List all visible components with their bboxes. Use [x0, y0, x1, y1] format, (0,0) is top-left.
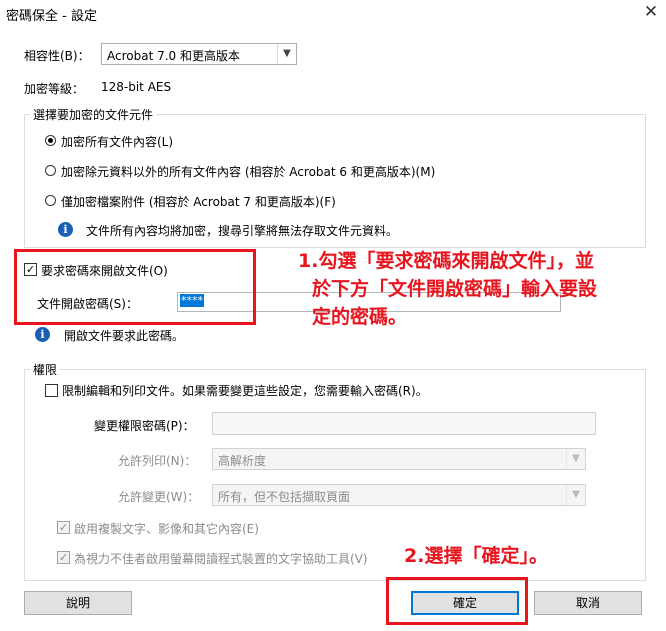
option-encrypt-all-label[interactable]: 加密所有文件內容(L)	[61, 133, 173, 150]
compatibility-value: Acrobat 7.0 和更高版本	[107, 49, 240, 63]
change-permissions-password-input[interactable]	[212, 412, 596, 435]
help-button[interactable]: 說明	[24, 591, 132, 615]
cancel-button[interactable]: 取消	[534, 591, 642, 615]
radio-encrypt-attachments[interactable]	[45, 195, 56, 206]
info-icon: i	[35, 327, 50, 342]
annotation-step1-line1: 1.勾選「要求密碼來開啟文件」，並	[298, 250, 594, 272]
change-permissions-password-label: 變更權限密碼(P)：	[94, 419, 195, 433]
printing-allowed-label: 允許列印(N)：	[118, 454, 197, 468]
chevron-down-icon: ▼	[277, 44, 296, 64]
encrypt-info-text: 文件所有內容均將加密，搜尋引擎將無法存取文件元資料。	[86, 224, 399, 238]
compatibility-select[interactable]: Acrobat 7.0 和更高版本 ▼	[101, 43, 297, 65]
enable-screen-reader-label[interactable]: 為視力不佳者啟用螢幕閱讀程式裝置的文字協助工具(V)	[74, 550, 368, 567]
changes-allowed-select[interactable]: 所有，但不包括擷取頁面 ▼	[212, 484, 586, 506]
encrypt-components-legend: 選擇要加密的文件元件	[30, 106, 157, 123]
permissions-legend: 權限	[30, 361, 61, 378]
enable-screen-reader-checkbox[interactable]: ✓	[57, 551, 70, 564]
enable-copy-checkbox[interactable]: ✓	[57, 521, 70, 534]
annotation-highlight-password	[14, 249, 256, 325]
chevron-down-icon: ▼	[566, 449, 585, 469]
printing-allowed-value: 高解析度	[218, 454, 267, 468]
encryption-level-label: 加密等級：	[24, 82, 85, 96]
restrict-editing-label[interactable]: 限制編輯和列印文件。如果需要變更這些設定，您需要輸入密碼(R)。	[62, 382, 428, 399]
changes-allowed-label: 允許變更(W)：	[118, 490, 200, 504]
radio-encrypt-all[interactable]	[45, 135, 56, 146]
changes-allowed-value: 所有，但不包括擷取頁面	[218, 490, 351, 504]
window-title: 密碼保全 - 設定	[6, 9, 97, 24]
enable-copy-label[interactable]: 啟用複製文字、影像和其它內容(E)	[74, 520, 259, 537]
annotation-highlight-ok	[386, 577, 528, 625]
encryption-level-value: 128-bit AES	[101, 80, 172, 94]
annotation-step2: 2.選擇「確定」。	[404, 545, 548, 567]
restrict-editing-checkbox[interactable]	[45, 384, 58, 397]
annotation-step1-line3: 定的密碼。	[312, 306, 408, 328]
option-encrypt-attachments-label[interactable]: 僅加密檔案附件 (相容於 Acrobat 7 和更高版本)(F)	[61, 193, 336, 210]
annotation-step1-line2: 於下方「文件開啟密碼」輸入要設	[312, 278, 598, 300]
chevron-down-icon: ▼	[566, 485, 585, 505]
title-bar	[0, 0, 666, 27]
close-icon[interactable]: ✕	[641, 2, 661, 22]
radio-encrypt-except-metadata[interactable]	[45, 165, 56, 176]
printing-allowed-select[interactable]: 高解析度 ▼	[212, 448, 586, 470]
open-password-info-text: 開啟文件要求此密碼。	[64, 329, 185, 343]
info-icon: i	[58, 222, 73, 237]
option-encrypt-except-metadata-label[interactable]: 加密除元資料以外的所有文件內容 (相容於 Acrobat 6 和更高版本)(M)	[61, 163, 435, 180]
compatibility-label: 相容性(B)：	[24, 49, 90, 63]
